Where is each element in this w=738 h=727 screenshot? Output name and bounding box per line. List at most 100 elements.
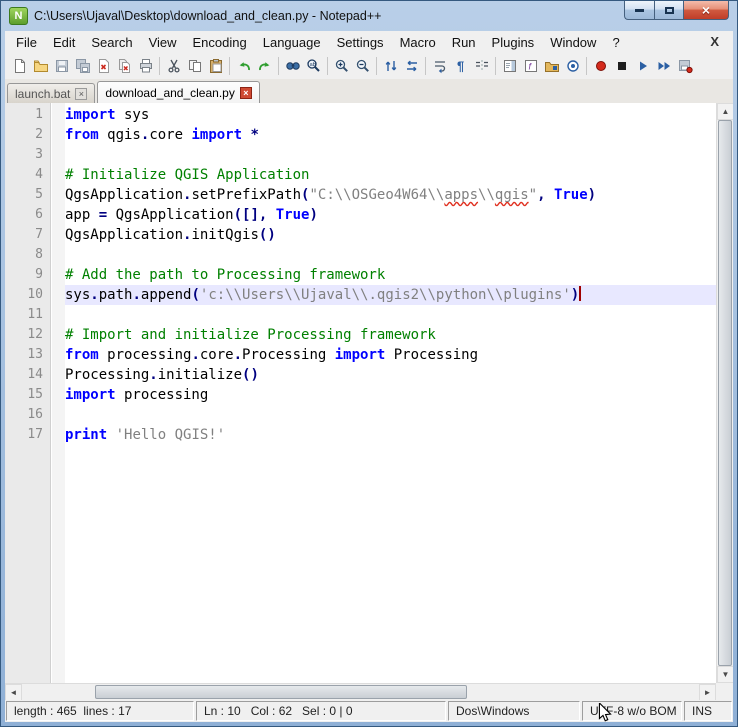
line-number: 2 <box>35 127 43 142</box>
copy-icon[interactable] <box>184 55 205 77</box>
record-macro-icon[interactable] <box>590 55 611 77</box>
vertical-scrollbar-thumb[interactable] <box>718 120 732 666</box>
svg-text:¶: ¶ <box>457 59 464 74</box>
function-list-icon[interactable]: f <box>520 55 541 77</box>
fold-margin[interactable] <box>52 103 65 683</box>
menu-run[interactable]: Run <box>444 33 484 52</box>
code-line-12[interactable]: # Import and initialize Processing frame… <box>65 325 716 345</box>
monitoring-icon[interactable] <box>562 55 583 77</box>
word-wrap-icon[interactable] <box>429 55 450 77</box>
code-line-3[interactable] <box>65 145 716 165</box>
scroll-left-icon[interactable]: ◄ <box>5 684 22 701</box>
tab-close-icon[interactable]: × <box>239 86 252 99</box>
code-lines[interactable]: import sys from qgis.core import * # Initi… <box>65 103 716 683</box>
zoom-out-icon[interactable] <box>352 55 373 77</box>
line-number: 13 <box>27 347 43 362</box>
notepadpp-icon: N <box>9 7 28 25</box>
notepadpp-window: N C:\Users\Ujaval\Desktop\download_and_c… <box>0 0 738 727</box>
minimize-icon <box>635 8 644 12</box>
scrollbar-corner <box>716 683 733 700</box>
close-button[interactable]: × <box>683 1 729 20</box>
vertical-scrollbar[interactable]: ▲ ▼ <box>716 103 733 683</box>
redo-icon[interactable] <box>254 55 275 77</box>
zoom-in-icon[interactable] <box>331 55 352 77</box>
toolbar-separator <box>278 57 279 75</box>
save-icon[interactable] <box>51 55 72 77</box>
toolbar-separator <box>159 57 160 75</box>
run-macro-multiple-icon[interactable] <box>653 55 674 77</box>
menu-settings[interactable]: Settings <box>329 33 392 52</box>
line-number: 4 <box>35 167 43 182</box>
toolbar-separator <box>495 57 496 75</box>
code-line-16[interactable] <box>65 405 716 425</box>
code-line-17[interactable]: print 'Hello QGIS!' <box>65 425 716 445</box>
menu-file[interactable]: File <box>8 33 45 52</box>
code-line-13[interactable]: from processing.core.Processing import P… <box>65 345 716 365</box>
menu-language[interactable]: Language <box>255 33 329 52</box>
gutter[interactable]: 1 2 3 4 5 6 7 8 9 10 11 12 13 14 15 16 17 <box>5 103 51 683</box>
close-file-icon[interactable] <box>93 55 114 77</box>
status-insert-mode[interactable]: INS <box>684 701 732 721</box>
find-icon[interactable] <box>282 55 303 77</box>
menu-view[interactable]: View <box>141 33 185 52</box>
save-all-icon[interactable] <box>72 55 93 77</box>
new-file-icon[interactable] <box>9 55 30 77</box>
toolbar-separator <box>586 57 587 75</box>
code-line-5[interactable]: QgsApplication.setPrefixPath("C:\\OSGeo4… <box>65 185 716 205</box>
line-number: 10 <box>27 287 43 302</box>
scroll-right-icon[interactable]: ► <box>699 684 716 701</box>
open-file-icon[interactable] <box>30 55 51 77</box>
doc-map-icon[interactable] <box>499 55 520 77</box>
minimize-button[interactable] <box>624 1 654 20</box>
code-line-4[interactable]: # Initialize QGIS Application <box>65 165 716 185</box>
print-icon[interactable] <box>135 55 156 77</box>
code-line-14[interactable]: Processing.initialize() <box>65 365 716 385</box>
window-controls: × <box>624 1 729 20</box>
sync-vertical-icon[interactable] <box>380 55 401 77</box>
scroll-up-icon[interactable]: ▲ <box>717 103 733 120</box>
close-all-icon[interactable] <box>114 55 135 77</box>
undo-icon[interactable] <box>233 55 254 77</box>
status-cursor-position: Ln : 10 Col : 62 Sel : 0 | 0 <box>196 701 446 721</box>
line-number: 15 <box>27 387 43 402</box>
menu-help[interactable]: ? <box>604 33 627 52</box>
tab-label: download_and_clean.py <box>105 85 235 100</box>
paste-icon[interactable] <box>205 55 226 77</box>
code-line-6[interactable]: app = QgsApplication([], True) <box>65 205 716 225</box>
status-bar: length : 465 lines : 17 Ln : 10 Col : 62… <box>5 700 733 722</box>
code-line-15[interactable]: import processing <box>65 385 716 405</box>
play-macro-icon[interactable] <box>632 55 653 77</box>
maximize-button[interactable] <box>654 1 683 20</box>
code-line-2[interactable]: from qgis.core import * <box>65 125 716 145</box>
menu-plugins[interactable]: Plugins <box>484 33 543 52</box>
show-all-characters-icon[interactable]: ¶ <box>450 55 471 77</box>
maximize-icon <box>664 6 674 14</box>
horizontal-scrollbar-thumb[interactable] <box>95 685 467 699</box>
stop-macro-icon[interactable] <box>611 55 632 77</box>
code-line-8[interactable] <box>65 245 716 265</box>
cut-icon[interactable] <box>163 55 184 77</box>
indent-guide-icon[interactable] <box>471 55 492 77</box>
tab-close-icon[interactable]: × <box>75 87 88 100</box>
code-line-10[interactable]: sys.path.append('c:\\Users\\Ujaval\\.qgi… <box>65 285 716 305</box>
replace-icon[interactable]: ab <box>303 55 324 77</box>
code-line-9[interactable]: # Add the path to Processing framework <box>65 265 716 285</box>
menu-window[interactable]: Window <box>542 33 604 52</box>
menubar-close-document-button[interactable]: X <box>706 33 723 50</box>
save-macro-icon[interactable] <box>674 55 695 77</box>
menu-edit[interactable]: Edit <box>45 33 83 52</box>
code-viewport[interactable]: 1 2 3 4 5 6 7 8 9 10 11 12 13 14 15 16 17 import sys from… <box>5 103 716 683</box>
menu-encoding[interactable]: Encoding <box>185 33 255 52</box>
tab-download-and-clean-py[interactable]: download_and_clean.py × <box>97 81 260 104</box>
menu-search[interactable]: Search <box>83 33 140 52</box>
menu-macro[interactable]: Macro <box>392 33 444 52</box>
code-line-11[interactable] <box>65 305 716 325</box>
tab-launch-bat[interactable]: launch.bat × <box>7 83 96 103</box>
line-number: 1 <box>35 107 43 122</box>
code-line-1[interactable]: import sys <box>65 105 716 125</box>
code-line-7[interactable]: QgsApplication.initQgis() <box>65 225 716 245</box>
sync-horizontal-icon[interactable] <box>401 55 422 77</box>
scroll-down-icon[interactable]: ▼ <box>717 666 733 683</box>
horizontal-scrollbar[interactable]: ◄ ► <box>5 683 716 701</box>
folder-as-workspace-icon[interactable] <box>541 55 562 77</box>
